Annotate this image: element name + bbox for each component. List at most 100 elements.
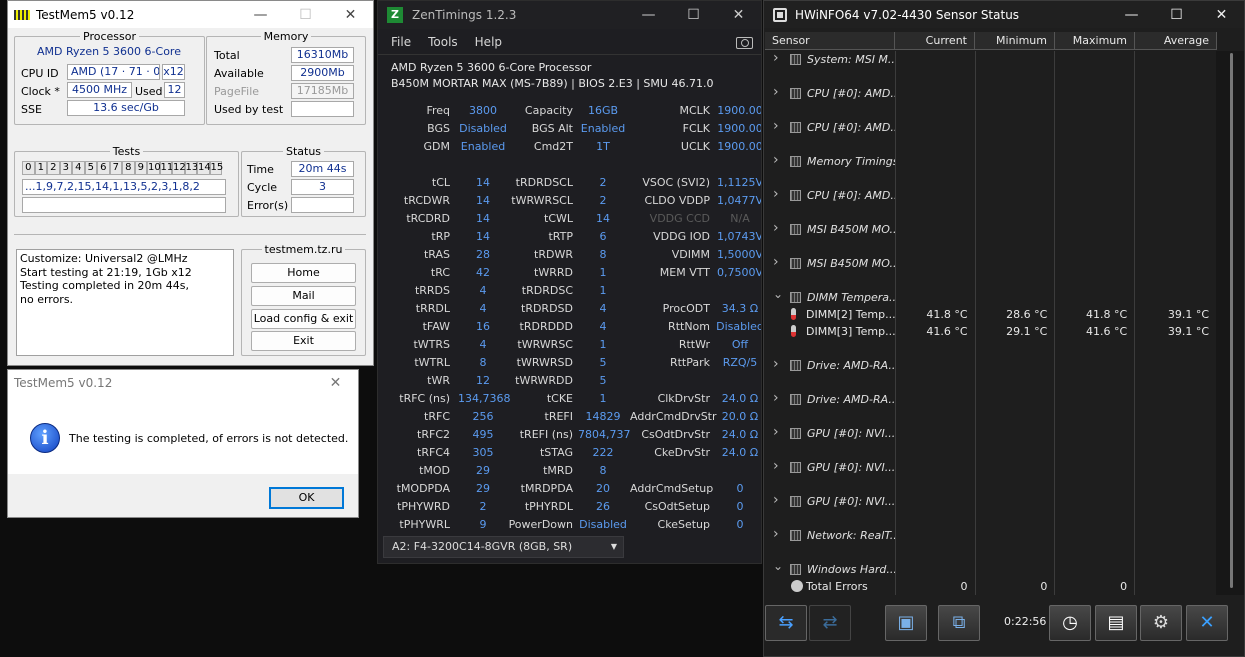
header-sensor[interactable]: Sensor [765, 32, 895, 49]
chevron-right-icon[interactable]: › [773, 187, 779, 203]
sensor-row[interactable]: › MSI B450M MO... [765, 255, 1216, 272]
cpu-name: AMD Ryzen 5 3600 6-Core [37, 45, 181, 58]
mail-button[interactable]: Mail [251, 286, 356, 306]
sensor-value-min [974, 374, 1055, 391]
sensor-row[interactable]: ⌄ DIMM Tempera... [765, 289, 1216, 306]
chevron-right-icon[interactable]: › [773, 119, 779, 135]
maximize-icon[interactable]: ☐ [671, 7, 716, 23]
timing-label: tRFC4 [417, 446, 450, 459]
sensor-row[interactable]: › CPU [#0]: AMD... [765, 85, 1216, 102]
sensor-value-min [974, 187, 1055, 204]
chevron-right-icon[interactable]: › [773, 85, 779, 101]
network-button[interactable]: ⧉ [938, 605, 980, 641]
sensor-row[interactable]: Total Errors 0 0 0 [765, 578, 1216, 595]
sensor-row[interactable]: › GPU [#0]: NVI... [765, 493, 1216, 510]
chevron-right-icon[interactable]: › [773, 391, 779, 407]
timing-value: 6 [599, 230, 607, 243]
zen-titlebar[interactable]: Z ZenTimings 1.2.3 — ☐ ✕ [378, 1, 761, 29]
timing-label: FCLK [682, 122, 710, 135]
dimm-select[interactable]: A2: F4-3200C14-8GVR (8GB, SR) ▼ [383, 536, 624, 558]
header-maximum[interactable]: Maximum [1055, 32, 1135, 49]
close-sensors-button[interactable]: ✕ [1186, 605, 1228, 641]
sensor-value-avg [1134, 357, 1216, 374]
sensor-value-max [1054, 153, 1134, 170]
nav-arrows-button[interactable]: ⇆ [765, 605, 807, 641]
report-button[interactable]: ▤ [1095, 605, 1137, 641]
sensor-row[interactable]: › Drive: AMD-RA... [765, 357, 1216, 374]
sensor-row[interactable]: DIMM[3] Temp... 41.6 °C 29.1 °C 41.6 °C 39.1… [765, 323, 1216, 340]
exit-button[interactable]: Exit [251, 331, 356, 351]
chevron-right-icon[interactable]: › [773, 221, 779, 237]
settings-button[interactable]: ⚙ [1140, 605, 1182, 641]
chevron-right-icon[interactable]: › [773, 527, 779, 543]
timing-value: Off [731, 338, 749, 351]
minimize-icon[interactable]: — [1109, 7, 1154, 23]
board-info: B450M MORTAR MAX (MS-7B89) | BIOS 2.E3 |… [391, 77, 714, 90]
chevron-right-icon[interactable]: › [773, 153, 779, 169]
sensor-cell: › Drive: AMD-RA... [765, 391, 895, 408]
sensor-value-min [974, 425, 1055, 442]
sensor-row[interactable]: › CPU [#0]: AMD... [765, 187, 1216, 204]
clock-button[interactable]: ◷ [1049, 605, 1091, 641]
scrollbar[interactable] [1216, 51, 1244, 595]
sensor-row[interactable]: › MSI B450M MO... [765, 221, 1216, 238]
sensor-row[interactable]: › GPU [#0]: NVI... [765, 425, 1216, 442]
chevron-right-icon[interactable]: › [773, 459, 779, 475]
sensor-value-cur [894, 136, 975, 153]
dialog-titlebar[interactable]: TestMem5 v0.12 ✕ [8, 370, 358, 396]
timing-label: RttWr [678, 338, 710, 351]
collapse-icon: ⇄ [822, 612, 838, 633]
close-icon[interactable]: ✕ [313, 375, 358, 391]
timing-value: 305 [472, 446, 494, 459]
log-textarea[interactable]: Customize: Universal2 @LMHz Start testin… [16, 249, 234, 356]
menu-help[interactable]: Help [475, 35, 502, 49]
collapse-arrows-button[interactable]: ⇄ [809, 605, 851, 641]
home-button[interactable]: Home [251, 263, 356, 283]
sensor-row[interactable]: › Drive: AMD-RA... [765, 391, 1216, 408]
time-label: Time [247, 163, 274, 176]
sensor-value-min [974, 408, 1055, 425]
available-label: Available [214, 67, 264, 80]
chevron-right-icon[interactable]: › [773, 255, 779, 271]
sensor-row[interactable]: › Network: RealT... [765, 527, 1216, 544]
chevron-right-icon[interactable]: › [773, 425, 779, 441]
sensor-row[interactable]: DIMM[2] Temp... 41.8 °C 28.6 °C 41.8 °C 39.1… [765, 306, 1216, 323]
menu-tools[interactable]: Tools [428, 35, 458, 49]
hw-titlebar[interactable]: HWiNFO64 v7.02-4430 Sensor Status — ☐ ✕ [764, 1, 1244, 28]
sensor-row[interactable]: ⌄ Windows Hard... [765, 561, 1216, 578]
chevron-right-icon[interactable]: › [773, 51, 779, 67]
camera-icon[interactable] [736, 37, 753, 49]
chip-icon [790, 564, 801, 575]
minimize-icon[interactable]: — [626, 7, 671, 23]
monitor-button[interactable]: ▣ [885, 605, 927, 641]
sensor-value-avg [1134, 510, 1216, 527]
sensor-row[interactable]: › GPU [#0]: NVI... [765, 459, 1216, 476]
load-config-button[interactable]: Load config & exit [251, 309, 356, 329]
header-current[interactable]: Current [895, 32, 975, 49]
minimize-icon[interactable]: — [238, 7, 283, 23]
maximize-icon[interactable]: ☐ [1154, 7, 1199, 23]
maximize-icon: ☐ [299, 6, 312, 23]
close-icon[interactable]: ✕ [328, 7, 373, 23]
ok-button[interactable]: OK [269, 487, 344, 509]
testmem-titlebar[interactable]: TestMem5 v0.12 — ☐ ✕ [8, 1, 373, 28]
sensor-row[interactable]: › Memory Timings [765, 153, 1216, 170]
test-cell: 13 [184, 161, 199, 175]
chevron-right-icon[interactable]: › [773, 357, 779, 373]
sensor-cell: › MSI B450M MO... [765, 255, 895, 272]
sensor-row[interactable]: › CPU [#0]: AMD... [765, 119, 1216, 136]
timing-label: tCL [431, 176, 450, 189]
header-average[interactable]: Average [1135, 32, 1217, 49]
sensor-row[interactable]: › System: MSI M... [765, 51, 1216, 68]
sensor-value-cur [894, 85, 975, 102]
close-icon[interactable]: ✕ [716, 7, 761, 23]
header-minimum[interactable]: Minimum [975, 32, 1055, 49]
timing-value: 1,0743V [716, 230, 762, 243]
zen-logo-icon: Z [387, 7, 403, 23]
close-icon[interactable]: ✕ [1199, 7, 1244, 23]
chevron-right-icon[interactable]: › [773, 493, 779, 509]
menu-file[interactable]: File [391, 35, 411, 49]
chevron-down-icon[interactable]: ⌄ [773, 561, 783, 575]
chevron-down-icon[interactable]: ⌄ [773, 289, 783, 303]
scrollbar-thumb[interactable] [1230, 53, 1233, 588]
